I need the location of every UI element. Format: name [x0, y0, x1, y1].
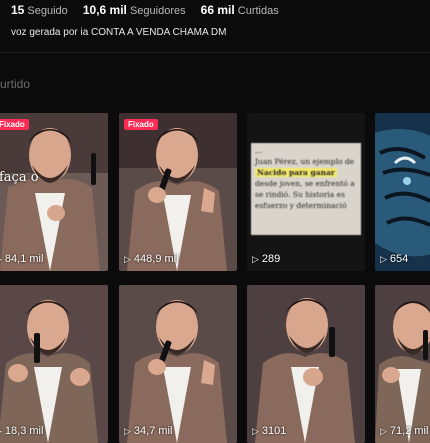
pinned-badge: Fixado: [124, 119, 158, 130]
speaker-photo: [375, 285, 430, 443]
profile-bio: voz gerada por ia CONTA A VENDA CHAMA DM: [11, 27, 227, 38]
view-count-value: 84,1 mil: [4, 253, 44, 265]
video-thumbnail-7[interactable]: ▷ 3101: [247, 285, 365, 443]
profile-stats: 15 Seguido 10,6 mil Seguidores 66 mil Cu…: [11, 3, 291, 17]
video-thumbnail-1[interactable]: Fixado faça o ▷ 84,1 mil: [0, 113, 108, 271]
video-thumbnail-4[interactable]: ▷ 654: [375, 113, 430, 271]
view-count-value: 289: [261, 253, 281, 265]
view-count-value: 448,9 mil: [133, 253, 179, 265]
view-count-value: 34,7 mil: [133, 425, 173, 437]
tiger-image: [375, 113, 430, 271]
followers-label[interactable]: Seguidores: [130, 5, 186, 17]
view-count-value: 3101: [261, 425, 287, 437]
view-count: ▷ 34,7 mil: [124, 425, 172, 437]
video-thumbnail-5[interactable]: ▷ 18,3 mil: [0, 285, 108, 443]
view-count-value: 71,2 mil: [389, 425, 429, 437]
view-count-value: 18,3 mil: [4, 425, 44, 437]
video-thumbnail-8[interactable]: ▷ 71,2 mil: [375, 285, 430, 443]
play-icon: ▷: [380, 253, 387, 264]
speaker-photo: [119, 285, 237, 443]
view-count-value: 654: [389, 253, 409, 265]
view-count: ▷ 3101: [252, 425, 286, 437]
view-count: ▷ 654: [380, 253, 408, 265]
view-count: ▷ 289: [252, 253, 280, 265]
view-count: ▷ 71,2 mil: [380, 425, 428, 437]
video-thumbnail-6[interactable]: ▷ 34,7 mil: [119, 285, 237, 443]
highlighted-title: Nacido para ganar: [255, 168, 337, 177]
play-icon: ▷: [124, 425, 131, 436]
divider: [0, 52, 430, 53]
video-thumbnail-2[interactable]: Fixado ▷ 448,9 mil: [119, 113, 237, 271]
play-icon: ▷: [380, 425, 387, 436]
play-icon: ▷: [0, 426, 2, 437]
speaker-photo: [247, 285, 365, 443]
following-label[interactable]: Seguido: [27, 5, 67, 17]
book-page-image: ... Juan Pérez, un ejemplo de Nacido par…: [247, 113, 365, 271]
view-count: ▷ 448,9 mil: [124, 253, 179, 265]
video-overlay-text: faça o: [0, 170, 39, 185]
speaker-photo: [0, 285, 108, 443]
play-icon: ▷: [252, 253, 259, 264]
following-count: 15: [11, 3, 25, 17]
play-icon: ▷: [0, 254, 2, 265]
pinned-badge: Fixado: [0, 119, 29, 130]
likes-label: Curtidas: [237, 5, 279, 17]
tab-liked[interactable]: urtido: [0, 77, 30, 91]
play-icon: ▷: [252, 425, 259, 436]
followers-count: 10,6 mil: [82, 3, 127, 17]
view-count: ▷ 18,3 mil: [0, 425, 43, 437]
book-page: ... Juan Pérez, un ejemplo de Nacido par…: [251, 143, 361, 235]
likes-count: 66 mil: [200, 3, 235, 17]
play-icon: ▷: [124, 253, 131, 264]
speaker-photo: [119, 113, 237, 271]
view-count: ▷ 84,1 mil: [0, 253, 43, 265]
video-thumbnail-3[interactable]: ... Juan Pérez, un ejemplo de Nacido par…: [247, 113, 365, 271]
speaker-photo: [0, 113, 108, 271]
